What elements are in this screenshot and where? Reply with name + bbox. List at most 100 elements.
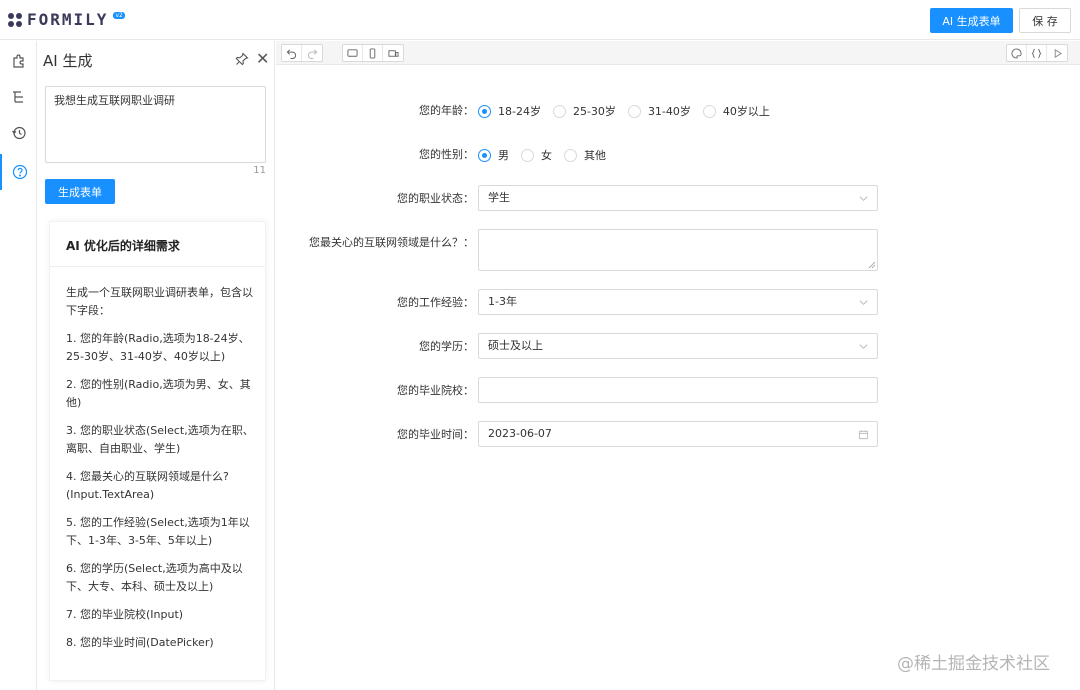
requirement-line: 4. 您最关心的互联网领域是什么?(Input.TextArea) xyxy=(66,470,229,501)
requirement-line: 6. 您的学历(Select,选项为高中及以下、大专、本科、硕士及以上) xyxy=(66,562,243,593)
save-button[interactable]: 保 存 xyxy=(1019,8,1071,33)
card-body: 生成一个互联网职业调研表单，包含以下字段： 1. 您的年龄(Radio,选项为1… xyxy=(66,284,254,662)
select-value: 学生 xyxy=(488,191,510,204)
redo-icon xyxy=(307,48,317,59)
form-item-grad-date: 您的毕业时间： 2023-06-07 xyxy=(276,421,1080,449)
chevron-down-icon xyxy=(858,186,869,210)
logo-text: FORMILY xyxy=(27,10,109,29)
radio-option[interactable]: 男 xyxy=(478,147,509,163)
desktop-icon xyxy=(347,48,358,57)
watermark: @稀土掘金技术社区 xyxy=(897,654,1050,674)
undo-button[interactable] xyxy=(282,45,302,61)
close-icon[interactable]: ✕ xyxy=(256,50,269,68)
field-label: 您的年龄： xyxy=(419,104,474,117)
prompt-textarea[interactable]: 我想生成互联网职业调研 xyxy=(45,86,266,163)
radio-unchecked-icon xyxy=(564,148,577,162)
rail-item-outline[interactable] xyxy=(0,79,37,115)
field-label: 您最关心的互联网领域是什么？： xyxy=(309,236,474,249)
history-controls xyxy=(281,44,323,62)
requirement-line: 2. 您的性别(Radio,选项为男、女、其他) xyxy=(66,378,251,409)
calendar-icon xyxy=(858,422,869,446)
requirement-line: 7. 您的毕业院校(Input) xyxy=(66,608,184,621)
card-title: AI 优化后的详细需求 xyxy=(66,239,180,253)
field-label: 您的毕业时间： xyxy=(397,428,474,441)
radio-option[interactable]: 25-30岁 xyxy=(552,103,616,119)
requirement-line: 生成一个互联网职业调研表单，包含以下字段： xyxy=(66,286,253,317)
interest-textarea[interactable] xyxy=(478,229,878,271)
chevron-down-icon xyxy=(858,334,869,358)
formily-logo[interactable]: FORMILY v2 xyxy=(8,10,125,29)
radio-unchecked-icon xyxy=(627,104,641,118)
generate-form-button[interactable]: 生成表单 xyxy=(45,179,115,204)
form-item-age: 您的年龄： 18-24岁 25-30岁 31-40岁 40岁以上 xyxy=(276,97,1080,125)
radio-unchecked-icon xyxy=(521,148,534,162)
undo-icon xyxy=(286,48,297,59)
json-mode-button[interactable] xyxy=(1027,45,1047,61)
canvas-toolbar xyxy=(276,41,1080,65)
form-item-school: 您的毕业院校： xyxy=(276,377,1080,405)
radio-option[interactable]: 18-24岁 xyxy=(478,103,541,119)
radio-checked-icon xyxy=(478,148,491,162)
requirement-line: 1. 您的年龄(Radio,选项为18-24岁、25-30岁、31-40岁、40… xyxy=(66,332,250,363)
top-bar: FORMILY v2 AI 生成表单 保 存 xyxy=(0,0,1080,40)
radio-unchecked-icon xyxy=(702,104,716,118)
designer-canvas: 您的年龄： 18-24岁 25-30岁 31-40岁 40岁以上 您的性别： 男… xyxy=(276,41,1080,690)
experience-select[interactable]: 1-3年 xyxy=(478,289,878,315)
rail-item-components[interactable] xyxy=(0,43,37,79)
education-select[interactable]: 硕士及以上 xyxy=(478,333,878,359)
screen-mode-controls xyxy=(342,44,404,62)
pc-view-button[interactable] xyxy=(343,45,363,61)
puzzle-icon xyxy=(12,54,24,68)
age-radio-group: 18-24岁 25-30岁 31-40岁 40岁以上 xyxy=(478,97,782,125)
field-label: 您的毕业院校： xyxy=(397,384,474,397)
school-input[interactable] xyxy=(478,377,878,403)
history-icon xyxy=(11,126,26,140)
select-value: 硕士及以上 xyxy=(488,339,543,352)
requirements-card: AI 优化后的详细需求 生成一个互联网职业调研表单，包含以下字段： 1. 您的年… xyxy=(49,221,266,681)
gender-radio-group: 男 女 其他 xyxy=(478,141,618,169)
radio-option[interactable]: 其他 xyxy=(564,147,606,163)
resize-grip-icon[interactable] xyxy=(868,261,876,269)
ai-generate-panel: AI 生成 ✕ 我想生成互联网职业调研 11 生成表单 AI 优化后的详细需求 … xyxy=(37,41,275,690)
requirement-line: 8. 您的毕业时间(DatePicker) xyxy=(66,636,214,649)
radio-option[interactable]: 40岁以上 xyxy=(702,103,770,119)
help-circle-icon xyxy=(12,164,27,180)
preview-mode-button[interactable] xyxy=(1047,45,1067,61)
mobile-icon xyxy=(369,47,376,59)
radio-checked-icon xyxy=(478,104,491,118)
radio-option[interactable]: 31-40岁 xyxy=(627,103,691,119)
workbench-controls xyxy=(1006,44,1068,62)
ai-generate-form-button[interactable]: AI 生成表单 xyxy=(930,8,1013,33)
rail-item-history[interactable] xyxy=(0,115,37,151)
rail-item-ai-help[interactable] xyxy=(0,154,37,190)
radio-unchecked-icon xyxy=(552,104,566,118)
job-status-select[interactable]: 学生 xyxy=(478,185,878,211)
grad-date-picker[interactable]: 2023-06-07 xyxy=(478,421,878,447)
field-label: 您的工作经验： xyxy=(397,296,474,309)
redo-button[interactable] xyxy=(302,45,322,61)
play-icon xyxy=(1054,48,1062,58)
form-item-job-status: 您的职业状态： 学生 xyxy=(276,185,1080,213)
select-value: 1-3年 xyxy=(488,295,517,308)
outline-tree-icon xyxy=(12,91,23,103)
logo-mark-icon xyxy=(8,12,22,27)
chevron-down-icon xyxy=(858,290,869,314)
pin-icon[interactable] xyxy=(235,52,249,66)
responsive-icon xyxy=(387,49,399,57)
panel-title: AI 生成 xyxy=(43,52,93,70)
form-item-education: 您的学历： 硕士及以上 xyxy=(276,333,1080,361)
logo-version-badge: v2 xyxy=(113,12,125,19)
field-label: 您的职业状态： xyxy=(397,192,474,205)
responsive-view-button[interactable] xyxy=(383,45,403,61)
requirement-line: 5. 您的工作经验(Select,选项为1年以下、1-3年、3-5年、5年以上) xyxy=(66,516,250,547)
mobile-view-button[interactable] xyxy=(363,45,383,61)
form-item-interest: 您最关心的互联网领域是什么？： xyxy=(276,229,1080,271)
form-item-experience: 您的工作经验： 1-3年 xyxy=(276,289,1080,317)
design-mode-button[interactable] xyxy=(1007,45,1027,61)
radio-option[interactable]: 女 xyxy=(521,147,552,163)
palette-icon xyxy=(1011,47,1022,59)
form-item-gender: 您的性别： 男 女 其他 xyxy=(276,141,1080,169)
card-divider xyxy=(50,266,265,267)
requirement-line: 3. 您的职业状态(Select,选项为在职、离职、自由职业、学生) xyxy=(66,424,254,455)
icon-rail xyxy=(0,41,37,690)
